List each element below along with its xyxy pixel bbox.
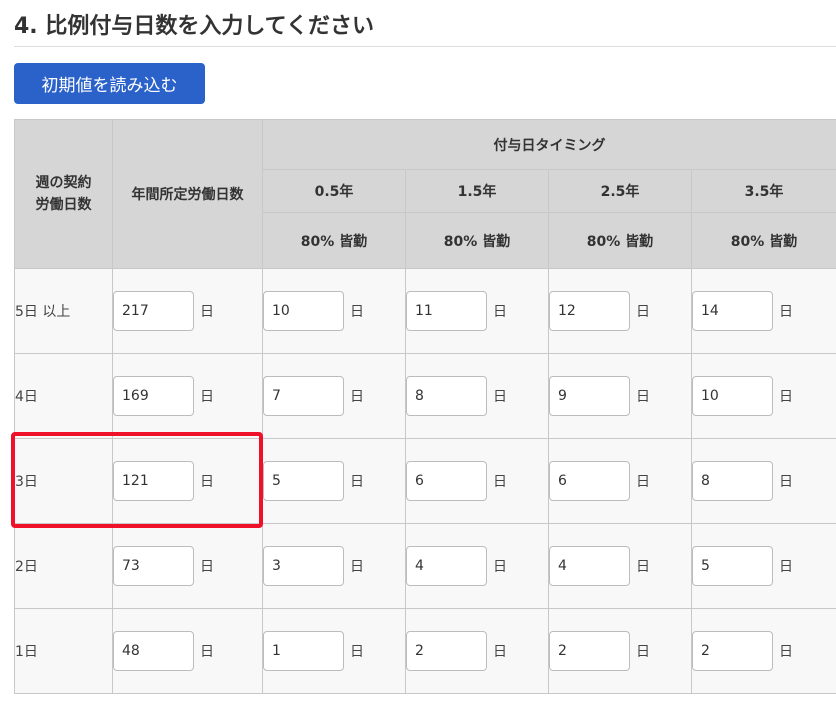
- unit-label: 日: [636, 389, 650, 405]
- grant-days-input-3-5y[interactable]: [692, 631, 773, 671]
- annual-days-input[interactable]: [113, 631, 194, 671]
- title-divider: [14, 46, 836, 47]
- unit-label: 日: [200, 389, 214, 405]
- unit-label: 日: [779, 559, 793, 575]
- unit-label: 日: [636, 474, 650, 490]
- grant-days-input-0-5y[interactable]: [263, 631, 344, 671]
- unit-label: 日: [493, 389, 507, 405]
- grant-days-input-3-5y[interactable]: [692, 376, 773, 416]
- load-defaults-button[interactable]: 初期値を読み込む: [14, 63, 205, 104]
- unit-label: 日: [493, 474, 507, 490]
- weekly-days-label: 1日: [14, 608, 113, 694]
- grant-days-input-1-5y[interactable]: [406, 291, 487, 331]
- unit-label: 日: [200, 474, 214, 490]
- unit-label: 日: [779, 644, 793, 660]
- unit-label: 日: [636, 304, 650, 320]
- grant-days-input-0-5y[interactable]: [263, 461, 344, 501]
- unit-label: 日: [636, 644, 650, 660]
- header-year: 2.5年: [548, 169, 692, 213]
- grant-days-input-2-5y[interactable]: [549, 546, 630, 586]
- unit-label: 日: [350, 304, 364, 320]
- header-attendance-condition: 80% 皆勤: [548, 212, 692, 269]
- unit-label: 日: [350, 389, 364, 405]
- unit-label: 日: [200, 644, 214, 660]
- header-attendance-condition: 80% 皆勤: [262, 212, 406, 269]
- section-title: 4. 比例付与日数を入力してください: [14, 14, 375, 39]
- table-row: 5日 以上 日 日 日 日 日: [14, 268, 836, 354]
- grant-days-input-2-5y[interactable]: [549, 376, 630, 416]
- grant-days-input-1-5y[interactable]: [406, 546, 487, 586]
- header-weekly-days: 週の契約 労働日数: [14, 119, 113, 269]
- annual-days-input[interactable]: [113, 546, 194, 586]
- table-row: 4日 日 日 日 日 日: [14, 353, 836, 439]
- unit-label: 日: [493, 559, 507, 575]
- grant-days-input-2-5y[interactable]: [549, 631, 630, 671]
- weekly-days-label: 3日: [14, 438, 113, 524]
- header-year: 3.5年: [691, 169, 836, 213]
- unit-label: 日: [779, 389, 793, 405]
- weekly-days-label: 2日: [14, 523, 113, 609]
- unit-label: 日: [350, 474, 364, 490]
- grant-days-input-2-5y[interactable]: [549, 461, 630, 501]
- proportional-grant-table: 週の契約 労働日数 年間所定労働日数 付与日タイミング 0.5年 1.5年 2.…: [14, 119, 836, 694]
- annual-days-input[interactable]: [113, 376, 194, 416]
- unit-label: 日: [493, 644, 507, 660]
- header-attendance-condition: 80% 皆勤: [405, 212, 549, 269]
- header-year: 1.5年: [405, 169, 549, 213]
- grant-days-input-0-5y[interactable]: [263, 376, 344, 416]
- unit-label: 日: [779, 474, 793, 490]
- weekly-days-label: 4日: [14, 353, 113, 439]
- unit-label: 日: [636, 559, 650, 575]
- grant-days-input-1-5y[interactable]: [406, 376, 487, 416]
- header-grant-timing: 付与日タイミング: [262, 119, 836, 170]
- header-attendance-condition: 80% 皆勤: [691, 212, 836, 269]
- unit-label: 日: [350, 559, 364, 575]
- table-row: 3日 日 日 日 日 日: [14, 438, 836, 524]
- unit-label: 日: [200, 559, 214, 575]
- annual-days-input[interactable]: [113, 291, 194, 331]
- table-row: 1日 日 日 日 日 日: [14, 608, 836, 694]
- grant-days-input-3-5y[interactable]: [692, 461, 773, 501]
- grant-days-input-3-5y[interactable]: [692, 546, 773, 586]
- table-row: 2日 日 日 日 日 日: [14, 523, 836, 609]
- grant-days-input-0-5y[interactable]: [263, 546, 344, 586]
- unit-label: 日: [200, 304, 214, 320]
- weekly-days-label: 5日 以上: [14, 268, 113, 354]
- grant-days-input-1-5y[interactable]: [406, 461, 487, 501]
- unit-label: 日: [350, 644, 364, 660]
- header-year: 0.5年: [262, 169, 406, 213]
- header-annual-days: 年間所定労働日数: [112, 119, 263, 269]
- grant-days-input-0-5y[interactable]: [263, 291, 344, 331]
- unit-label: 日: [779, 304, 793, 320]
- grant-days-input-1-5y[interactable]: [406, 631, 487, 671]
- unit-label: 日: [493, 304, 507, 320]
- grant-days-input-3-5y[interactable]: [692, 291, 773, 331]
- annual-days-input[interactable]: [113, 461, 194, 501]
- grant-days-input-2-5y[interactable]: [549, 291, 630, 331]
